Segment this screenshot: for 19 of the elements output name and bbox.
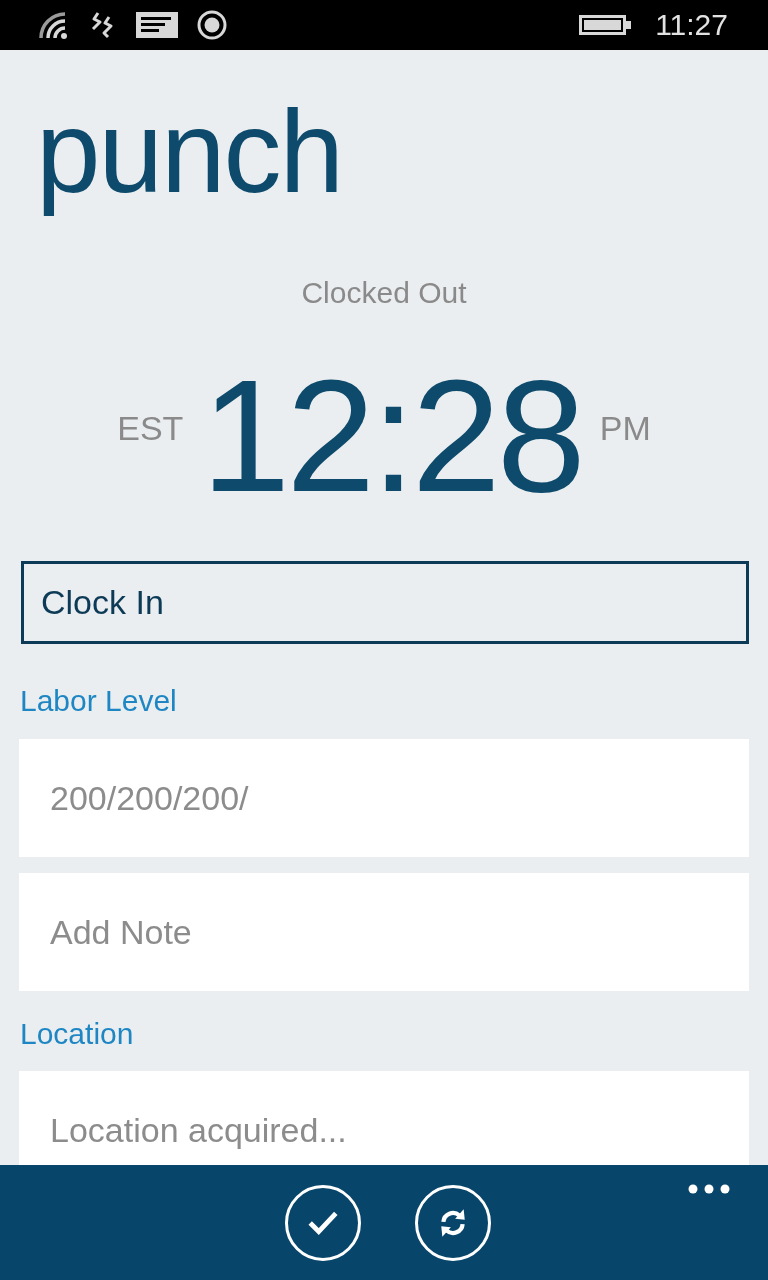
wifi-icon [38,11,70,39]
ring-dot-icon [197,10,227,40]
refresh-button[interactable] [415,1184,491,1261]
status-label: Clocked Out [301,275,467,311]
app-title: punch [36,86,343,219]
current-time: 12:28 [201,356,582,516]
punch-type-picker[interactable]: Clock In [21,561,749,644]
location-field[interactable]: Location acquired... [19,1071,749,1165]
battery-icon [579,15,632,35]
clock-time: 11:27 [655,8,728,42]
labor-level-field[interactable]: 200/200/200/ [19,739,749,857]
time-period: PM [599,408,651,448]
text-box-icon [136,12,178,38]
more-icon[interactable] [688,1184,730,1194]
confirm-button[interactable] [285,1184,361,1261]
field-label: Location [20,1016,134,1052]
note-field[interactable]: Add Note [19,873,749,991]
field-label: Labor Level [20,683,177,719]
time-zone: EST [117,408,184,448]
